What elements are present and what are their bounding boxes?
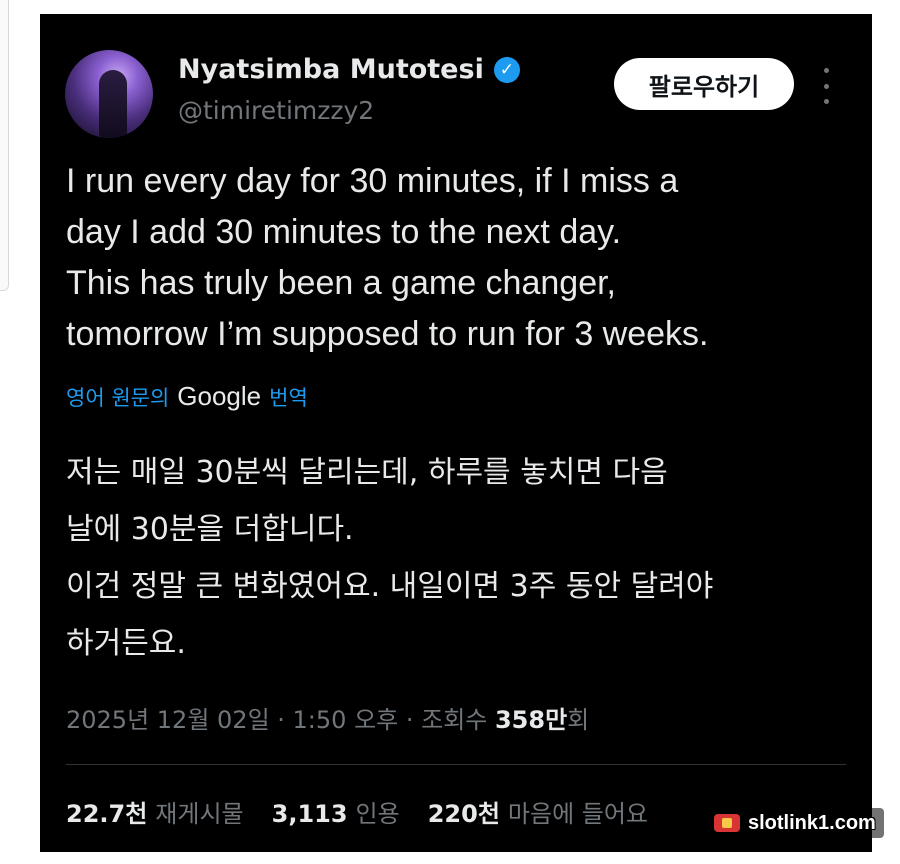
divider — [66, 764, 846, 765]
follow-button[interactable]: 팔로우하기 — [614, 58, 794, 110]
likes-count: 220천 — [427, 800, 500, 828]
avatar[interactable] — [65, 50, 153, 138]
tweet-datetime[interactable]: 2025년 12월 02일 · 1:50 오후 · 조회수 — [66, 706, 495, 734]
tweet-meta: 2025년 12월 02일 · 1:50 오후 · 조회수 358만회 — [66, 700, 589, 735]
translation-attribution: 영어 원문의 Google 번역 — [66, 381, 308, 412]
reposts-label: 재게시물 — [155, 800, 244, 828]
reposts-count: 22.7천 — [66, 800, 148, 828]
watermark-text: slotlink1.com — [748, 811, 876, 834]
translation-suffix[interactable]: 번역 — [269, 382, 308, 412]
views-suffix: 회 — [567, 706, 590, 734]
quotes-stat[interactable]: 3,113 인용 — [272, 794, 400, 829]
author-display-name[interactable]: Nyatsimba Mutotesi — [178, 54, 484, 85]
translation-prefix[interactable]: 영어 원문의 — [66, 382, 169, 412]
tweet-text: I run every day for 30 minutes, if I mis… — [66, 162, 709, 353]
browser-edge-strip — [0, 0, 9, 291]
tweet-card: Nyatsimba Mutotesi ✓ @timiretimzzy2 팔로우하… — [40, 14, 872, 852]
reposts-stat[interactable]: 22.7천 재게시물 — [66, 794, 244, 829]
check-badge-icon: ✓ — [493, 56, 520, 83]
more-options-icon[interactable] — [816, 68, 836, 104]
avatar-figure — [99, 70, 127, 138]
author-handle[interactable]: @timiretimzzy2 — [178, 96, 374, 125]
likes-stat[interactable]: 220천 마음에 들어요 — [428, 794, 648, 829]
translated-text: 저는 매일 30분씩 달리는데, 하루를 놓치면 다음 날에 30분을 더합니다… — [66, 455, 714, 661]
watermark-logo-icon — [714, 814, 740, 832]
watermark: slotlink1.com — [706, 808, 884, 838]
quotes-label: 인용 — [355, 800, 400, 828]
google-logo-text: Google — [177, 381, 262, 411]
author-name-row: Nyatsimba Mutotesi ✓ — [178, 54, 520, 85]
engagement-stats: 22.7천 재게시물 3,113 인용 220천 마음에 들어요 — [66, 794, 676, 829]
views-count: 358만 — [494, 706, 568, 734]
likes-label: 마음에 들어요 — [507, 800, 649, 828]
quotes-count: 3,113 — [271, 800, 348, 828]
